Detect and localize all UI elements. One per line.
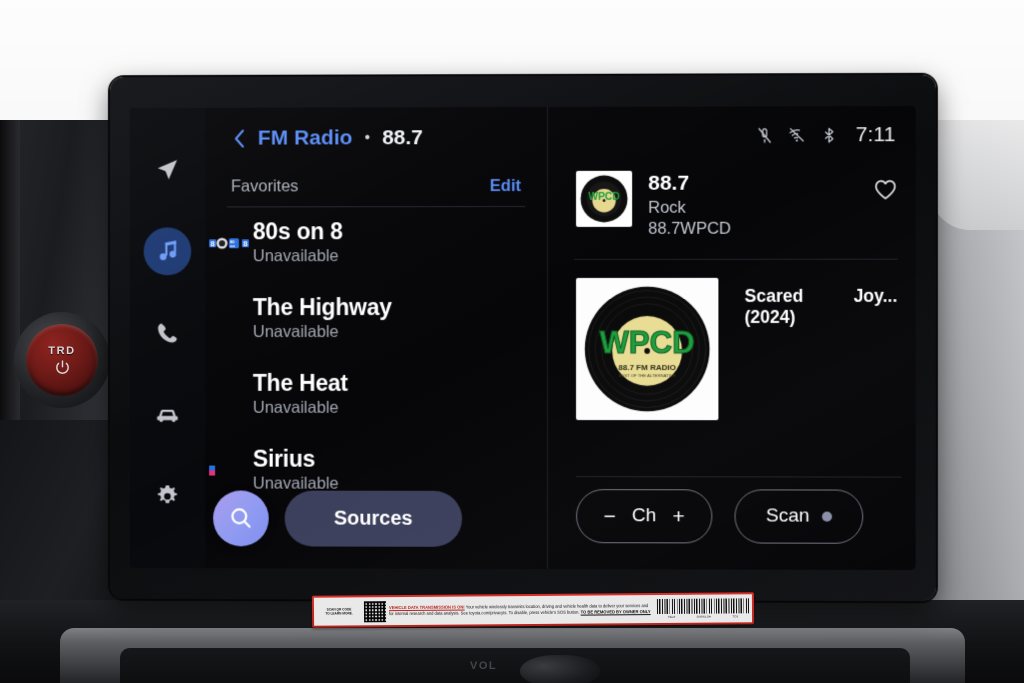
barcode-label-0: TEL# xyxy=(667,614,676,619)
app-sidebar xyxy=(129,107,206,569)
power-icon xyxy=(55,359,69,374)
channel-down-button[interactable]: − xyxy=(604,505,616,528)
sources-label: Sources xyxy=(333,507,413,530)
sources-button[interactable]: Sources xyxy=(284,490,463,547)
current-frequency: 88.7 xyxy=(382,126,423,150)
siriusxm-80s-logo: 8 80 on 8 xyxy=(209,238,250,250)
console-inner-panel xyxy=(120,648,910,683)
channel-stepper[interactable]: − Ch + xyxy=(576,489,713,544)
list-item-texts: The Heat Unavailable xyxy=(227,369,348,418)
svg-text:88.7 FM RADIO: 88.7 FM RADIO xyxy=(618,363,676,372)
station-artwork: WPCD xyxy=(576,170,633,227)
barcode-label-1: DATA/LO# xyxy=(696,614,711,619)
dashboard-right-upper xyxy=(930,120,1024,230)
infotainment-screen: FM Radio • 88.7 Favorites Edit 8 80 on 8… xyxy=(129,105,916,571)
favorites-label: Favorites xyxy=(230,177,299,196)
panel-header: FM Radio • 88.7 xyxy=(227,107,525,170)
warning-text: VEHICLE DATA TRANSMISSION IS ON! Your ve… xyxy=(389,603,654,617)
vinyl-record-small-icon: WPCD xyxy=(580,175,627,223)
favorites-panel: FM Radio • 88.7 Favorites Edit 8 80 on 8… xyxy=(205,106,549,570)
volume-label: VOL xyxy=(470,660,498,672)
scan-button[interactable]: Scan xyxy=(734,489,864,544)
sidebar-item-settings[interactable] xyxy=(144,472,192,520)
list-item[interactable]: 8 80 on 8 80s on 8 Unavailable xyxy=(209,217,525,293)
station-logo-80s-icon: 8 80 on 8 xyxy=(209,235,251,251)
favorite-name: 80s on 8 xyxy=(252,218,343,245)
music-note-icon xyxy=(159,241,177,261)
svg-text:8: 8 xyxy=(243,239,248,248)
scan-instruction: SCAN QR CODE TO LEARN MORE. xyxy=(317,607,361,616)
station-call-sign: 88.7WPCD xyxy=(648,219,731,238)
warning-footer: TO BE REMOVED BY OWNER ONLY xyxy=(580,609,651,615)
trd-label: TRD xyxy=(48,344,76,357)
station-info[interactable]: WPCD 88.7 Rock 88.7WPCD xyxy=(574,164,898,260)
vehicle-data-warning-label: SCAN QR CODE TO LEARN MORE. VEHICLE DATA… xyxy=(311,592,755,628)
track-info: Scared (2024) Joy... xyxy=(745,278,898,328)
svg-text:WPCD: WPCD xyxy=(600,325,695,360)
scan-label: Scan xyxy=(765,505,810,527)
title-separator: • xyxy=(364,129,371,147)
station-genre: Rock xyxy=(648,198,686,217)
sidebar-item-phone[interactable] xyxy=(144,309,192,357)
list-item[interactable]: The Highway Unavailable xyxy=(227,293,525,369)
search-icon xyxy=(228,505,254,531)
bluetooth-icon xyxy=(819,126,837,144)
search-button[interactable] xyxy=(213,490,269,547)
track-title: Scared (2024) xyxy=(744,285,804,327)
dashboard-scene: VOL TRD FM Radio • 88.7 Favorites Edit 8… xyxy=(0,0,1024,683)
source-title: FM Radio xyxy=(257,126,353,150)
now-playing-block: WPCD 88.7 FM RADIO BEST OF THE ALTERNATI… xyxy=(574,260,897,421)
infotainment-head-unit: FM Radio • 88.7 Favorites Edit 8 80 on 8… xyxy=(109,74,936,602)
engine-start-button[interactable]: TRD xyxy=(26,324,98,396)
status-bar: 7:11 xyxy=(574,106,897,165)
track-artist: Joy... xyxy=(853,285,898,306)
favorite-status: Unavailable xyxy=(252,247,339,266)
channel-label: Ch xyxy=(631,505,657,527)
sidebar-item-media[interactable] xyxy=(143,227,192,276)
album-artwork: WPCD 88.7 FM RADIO BEST OF THE ALTERNATI… xyxy=(576,277,719,421)
station-metadata: 88.7 Rock 88.7WPCD xyxy=(648,170,857,238)
scan-line-2: TO LEARN MORE. xyxy=(325,611,353,616)
phone-icon xyxy=(157,323,177,343)
navigation-arrow-icon xyxy=(158,160,178,181)
clock: 7:11 xyxy=(855,123,896,147)
wifi-off-icon xyxy=(787,126,805,144)
scan-dot-icon xyxy=(821,511,832,522)
sidebar-item-vehicle[interactable] xyxy=(144,391,192,439)
favorite-name: The Highway xyxy=(252,294,392,321)
edit-favorites-button[interactable]: Edit xyxy=(490,177,521,196)
favorites-list: 8 80 on 8 80s on 8 Unavailable The Highw… xyxy=(209,207,525,521)
favorite-status: Unavailable xyxy=(252,398,339,417)
svg-text:BEST OF THE ALTERNATIVE: BEST OF THE ALTERNATIVE xyxy=(619,373,676,378)
qr-code xyxy=(363,600,387,622)
favorite-status: Unavailable xyxy=(252,323,339,342)
station-frequency: 88.7 xyxy=(648,171,690,195)
favorites-header: Favorites Edit xyxy=(227,168,525,208)
warning-label-inner: SCAN QR CODE TO LEARN MORE. VEHICLE DATA… xyxy=(313,594,753,626)
favorite-name: The Heat xyxy=(252,369,348,396)
playback-controls: − Ch + Scan xyxy=(576,471,897,544)
microphone-muted-icon xyxy=(755,126,773,144)
chevron-left-icon[interactable] xyxy=(233,129,246,149)
warning-headline: VEHICLE DATA TRANSMISSION IS ON! xyxy=(388,604,465,611)
barcode-label-2: TO1 xyxy=(732,614,739,619)
volume-knob[interactable] xyxy=(520,655,600,683)
siriusxm-logo xyxy=(209,465,216,476)
barcode: TEL# DATA/LO# TO1 xyxy=(656,597,750,620)
vinyl-record-icon: WPCD 88.7 FM RADIO BEST OF THE ALTERNATI… xyxy=(584,286,710,412)
gear-icon xyxy=(157,485,178,504)
channel-up-button[interactable]: + xyxy=(672,505,684,528)
favorite-name: Sirius xyxy=(252,445,316,472)
car-icon xyxy=(157,409,178,422)
list-item-texts: The Highway Unavailable xyxy=(227,293,392,342)
sidebar-item-navigation[interactable] xyxy=(144,146,192,194)
svg-text:8: 8 xyxy=(210,239,215,248)
svg-text:on: on xyxy=(230,244,236,249)
barcode-bars xyxy=(656,598,750,615)
barcode-labels: TEL# DATA/LO# TO1 xyxy=(657,614,749,619)
now-playing-panel: 7:11 WPCD 88.7 Rock 88.7WPCD WPCD 88.7 F… xyxy=(548,106,916,570)
heart-outline-icon[interactable] xyxy=(873,178,897,200)
station-logo-sirius-icon xyxy=(209,463,251,479)
list-item[interactable]: The Heat Unavailable xyxy=(227,369,525,445)
